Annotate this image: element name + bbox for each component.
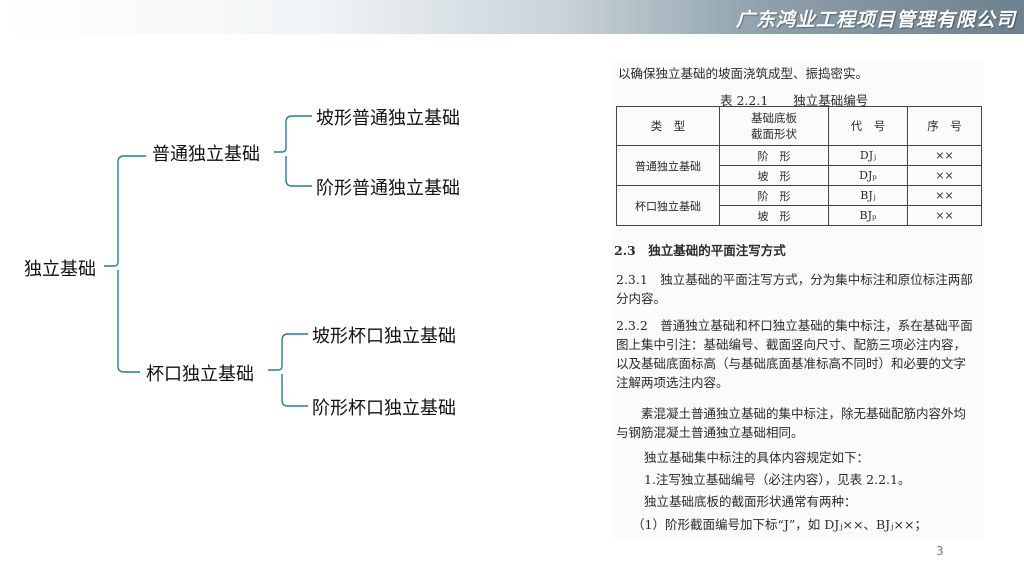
table-cell: DJₚ [828,165,908,186]
table-cell: 坡 形 [719,165,829,186]
tree-leaf-step-ordinary: 阶形普通独立基础 [316,178,460,199]
company-name: 广东鸿业工程项目管理有限公司 [735,9,1016,31]
paragraph-section-shapes: 独立基础底板的截面形状通常有两种： [644,494,857,509]
table-cell: 坡 形 [719,205,829,226]
table-cell: DJⱼ [828,145,908,166]
scan-intro: 以确保独立基础的坡面浇筑成型、振捣密实。 [618,66,869,81]
paragraph-2-3-2: 2.3.2 普通独立基础和杯口独立基础的集中标注，系在基础平面图上集中引注：基础… [616,318,973,390]
tree-leaf-slope-cup: 坡形杯口独立基础 [312,326,456,347]
table-cell: BJₚ [828,205,908,226]
table-row: 普通独立基础 阶 形 DJⱼ ×× [616,145,982,186]
table-cell: 阶 形 [719,185,829,206]
paragraph-content-rules: 独立基础集中标注的具体内容规定如下： [644,450,870,465]
table-header: 序 号 [907,106,982,146]
tree-leaf-step-cup: 阶形杯口独立基础 [312,398,456,419]
table-header: 类 型 [616,106,720,146]
tree-connectors [104,115,312,407]
tree-branch-cup: 杯口独立基础 [146,364,254,385]
paragraph-2-3-1: 2.3.1 独立基础的平面注写方式，分为集中标注和原位标注两部分内容。 [616,272,973,306]
table-cell: ×× [907,205,982,226]
table-cell: ×× [907,165,982,186]
section-title: 2.3 独立基础的平面注写方式 [614,243,786,258]
paragraph-plain-concrete: 素混凝土普通独立基础的集中标注，除无基础配筋内容外均与钢筋混凝土普通独立基础相同… [616,406,967,440]
tree-root: 独立基础 [24,259,96,280]
table-row: 杯口独立基础 阶 形 BJⱼ ×× [616,185,982,226]
paragraph-item-1: 1.注写独立基础编号（必注内容），见表 2.2.1。 [644,472,911,487]
foundation-code-table: 类 型 基础底板 截面形状 代 号 序 号 普通独立基础 阶 形 DJⱼ ×× … [616,106,982,226]
table-cell: ×× [907,145,982,166]
table-cell: 阶 形 [719,145,829,166]
paragraph-step-section: （1）阶形截面编号加下标“J”，如 DJⱼ××、BJⱼ××； [632,517,927,532]
table-cell-type: 杯口独立基础 [616,185,720,226]
table-cell: BJⱼ [828,185,908,206]
scanned-document: 以确保独立基础的坡面浇筑成型、振捣密实。 表 2.2.1 独立基础编号 类 型 … [612,60,984,540]
tree-leaf-slope-ordinary: 坡形普通独立基础 [316,108,460,129]
table-header: 代 号 [828,106,908,146]
page-number: 3 [936,544,944,558]
table-header: 基础底板 截面形状 [719,106,829,146]
table-cell: ×× [907,185,982,206]
table-cell-type: 普通独立基础 [616,145,720,186]
tree-branch-ordinary: 普通独立基础 [152,144,260,165]
